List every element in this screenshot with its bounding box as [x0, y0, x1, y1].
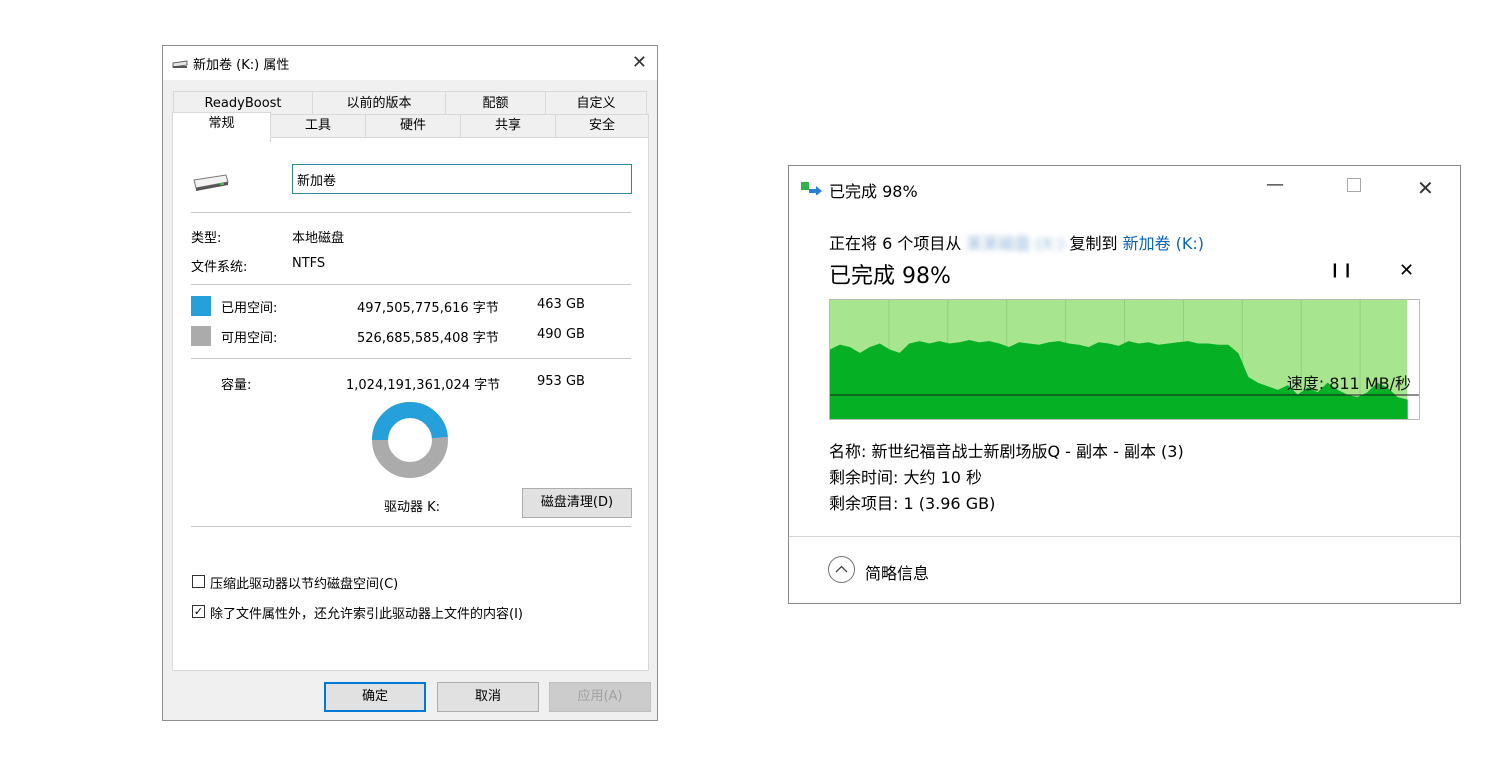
minimize-icon[interactable]: —: [1266, 174, 1284, 195]
properties-titlebar: 新加卷 (K:) 属性 ✕: [163, 46, 657, 80]
collapse-details-button[interactable]: [828, 556, 855, 583]
free-space-swatch: [191, 326, 211, 346]
cancel-copy-icon[interactable]: ✕: [1399, 260, 1414, 281]
item-name: 名称: 新世纪福音战士新剧场版Q - 副本 - 副本 (3): [829, 442, 1184, 461]
tab-general[interactable]: 常规: [172, 112, 271, 142]
close-icon[interactable]: ✕: [1417, 176, 1434, 200]
properties-dialog: 新加卷 (K:) 属性 ✕ ReadyBoost 以前的版本 配额 自定义 常规…: [162, 45, 658, 721]
tab-previous-versions[interactable]: 以前的版本: [312, 91, 446, 115]
details-toggle-label[interactable]: 简略信息: [865, 560, 929, 584]
items-remaining: 剩余项目: 1 (3.96 GB): [829, 494, 996, 513]
time-remaining: 剩余时间: 大约 10 秒: [829, 468, 983, 487]
general-panel: 类型: 本地磁盘 文件系统: NTFS 已用空间: 497,505,775,61…: [172, 137, 649, 671]
cancel-button[interactable]: 取消: [437, 682, 539, 712]
used-space-bytes: 497,505,775,616 字节: [357, 301, 499, 316]
capacity-gb: 953 GB: [537, 374, 585, 389]
properties-title: 新加卷 (K:) 属性: [193, 58, 290, 73]
apply-button[interactable]: 应用(A): [549, 682, 651, 712]
type-value: 本地磁盘: [292, 231, 345, 246]
pause-icon[interactable]: ❙❙: [1329, 262, 1354, 278]
copy-description: 正在将 6 个项目从 某某磁盘 (X:) 复制到 新加卷 (K:): [829, 230, 1204, 254]
copy-window-title: 已完成 98%: [829, 182, 918, 201]
copy-source-link[interactable]: 某某磁盘 (X:): [966, 230, 1064, 254]
separator: [191, 358, 631, 359]
separator: [191, 284, 631, 285]
separator: [191, 212, 631, 213]
chevron-up-icon: [835, 565, 848, 573]
speed-label: 速度: 811 MB/秒: [1286, 374, 1411, 393]
tab-customize[interactable]: 自定义: [545, 91, 647, 115]
copy-progress-dialog: 已完成 98% — ✕ 正在将 6 个项目从 某某磁盘 (X:) 复制到 新加卷…: [788, 165, 1461, 604]
filesystem-label: 文件系统:: [191, 260, 248, 275]
used-space-gb: 463 GB: [537, 297, 585, 312]
progress-title: 已完成 98%: [829, 264, 951, 289]
compress-label: 压缩此驱动器以节约磁盘空间(C): [210, 577, 399, 592]
tab-security[interactable]: 安全: [555, 114, 649, 138]
free-space-bytes: 526,685,585,408 字节: [357, 331, 499, 346]
copy-description-prefix: 正在将 6 个项目从: [829, 234, 962, 253]
copy-destination-link[interactable]: 新加卷 (K:): [1123, 234, 1204, 253]
index-checkbox[interactable]: ✓: [192, 605, 205, 618]
hard-drive-icon: [193, 174, 229, 191]
tab-hardware[interactable]: 硬件: [365, 114, 461, 138]
compress-checkbox[interactable]: [192, 575, 205, 588]
separator: [191, 526, 631, 527]
tab-tools[interactable]: 工具: [270, 114, 366, 138]
copy-transfer-icon: [801, 182, 822, 195]
transfer-speed-graph: 速度: 811 MB/秒: [829, 299, 1420, 420]
tab-sharing[interactable]: 共享: [460, 114, 556, 138]
used-space-label: 已用空间:: [221, 301, 278, 316]
free-space-label: 可用空间:: [221, 331, 278, 346]
volume-name-input[interactable]: [292, 164, 632, 194]
used-space-swatch: [191, 296, 211, 316]
separator: [789, 536, 1460, 537]
type-label: 类型:: [191, 231, 222, 246]
close-icon[interactable]: ✕: [632, 52, 647, 73]
ok-button[interactable]: 确定: [324, 682, 426, 712]
capacity-label: 容量:: [221, 378, 252, 393]
free-space-gb: 490 GB: [537, 327, 585, 342]
capacity-bytes: 1,024,191,361,024 字节: [346, 378, 501, 393]
tab-quota[interactable]: 配额: [445, 91, 546, 115]
drive-icon: [172, 60, 188, 68]
maximize-icon[interactable]: [1347, 178, 1361, 192]
disk-cleanup-button[interactable]: 磁盘清理(D): [522, 488, 632, 518]
drive-letter-label: 驱动器 K:: [384, 500, 441, 515]
copy-description-mid: 复制到: [1069, 234, 1118, 253]
disk-usage-donut: [372, 402, 448, 478]
speed-graph-canvas: [830, 300, 1419, 419]
filesystem-value: NTFS: [292, 256, 326, 271]
index-label: 除了文件属性外，还允许索引此驱动器上文件的内容(I): [210, 607, 523, 622]
